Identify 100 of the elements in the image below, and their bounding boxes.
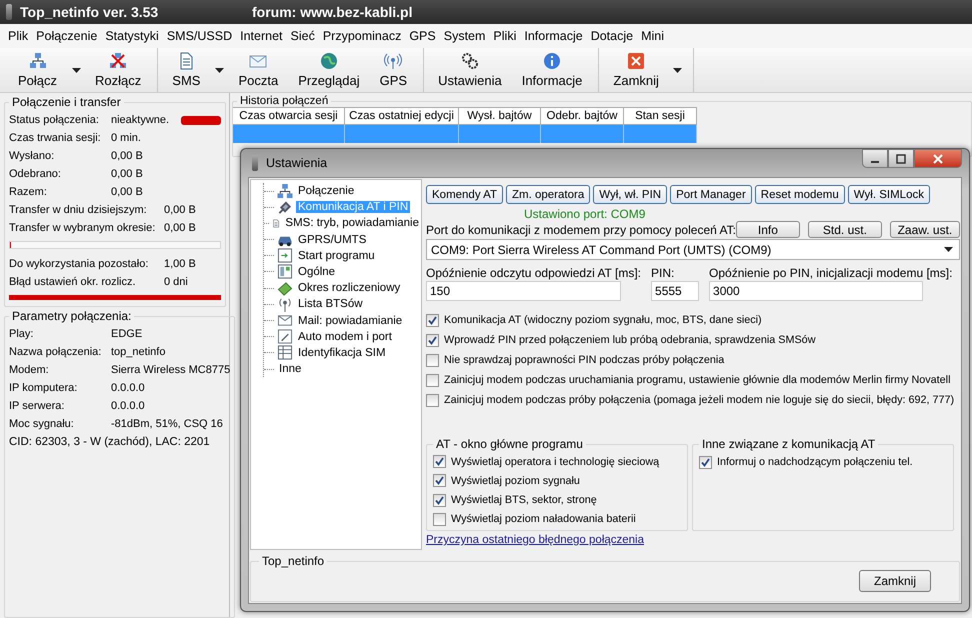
tool-button[interactable]: Wył, wł. PIN [593, 185, 668, 204]
group-title: Połączenie i transfer [11, 95, 122, 109]
menu-item[interactable]: Statystyki [101, 29, 163, 43]
port-button[interactable]: Std. ust. [808, 221, 882, 238]
tree-item[interactable]: Ogólne [296, 266, 338, 278]
checkbox[interactable] [426, 354, 439, 366]
field-label: IP serwera: [9, 400, 66, 412]
field-value: Sierra Wireless MC8775 [111, 364, 230, 376]
field-value: 0,00 B [164, 222, 196, 234]
column-header[interactable]: Czas otwarcia sesji [233, 107, 345, 125]
tool-button[interactable]: Zm. operatora [506, 185, 590, 204]
toolbar-button[interactable]: Przeglądaj [288, 48, 370, 92]
dropdown-arrow-icon [944, 247, 953, 252]
toolbar-button[interactable]: Rozłącz [85, 48, 152, 92]
checkbox[interactable] [433, 512, 446, 526]
menu-item[interactable]: SMS/USSD [162, 29, 236, 43]
table-cell[interactable] [624, 125, 697, 143]
minimize-button[interactable] [862, 149, 888, 168]
field-label: Nazwa połączenia: [9, 346, 102, 358]
close-icon [933, 154, 943, 164]
window-subtitle: forum: www.bez-kabli.pl [252, 4, 412, 20]
table-cell[interactable] [233, 125, 345, 143]
field-label: Razem: [9, 186, 48, 198]
port-button[interactable]: Info [736, 221, 800, 238]
field-label: Wysłano: [9, 150, 56, 162]
tool-button[interactable]: Port Manager [670, 185, 752, 204]
tool-button[interactable]: Reset modemu [754, 185, 845, 204]
input-field[interactable]: 150 [426, 281, 621, 301]
tool-button[interactable]: Wył. SIMLock [848, 185, 930, 204]
field-label: Transfer w dniu dzisiejszym: [9, 204, 148, 216]
antenna-icon [277, 296, 293, 312]
toolbar-button[interactable]: Ustawienia [428, 48, 512, 92]
table-cell[interactable] [459, 125, 541, 143]
checkbox[interactable] [426, 374, 439, 386]
pencil-icon [277, 329, 293, 344]
tree-item[interactable]: Połączenie [296, 185, 356, 197]
menu-item[interactable]: Plik [4, 29, 32, 43]
close-button[interactable] [914, 149, 962, 168]
toolbar-button[interactable]: SMS [162, 48, 210, 92]
close-dialog-button[interactable]: Zamknij [859, 570, 931, 592]
menu-item[interactable]: Połączenie [32, 29, 102, 43]
menu-item[interactable]: GPS [405, 29, 440, 43]
column-header[interactable]: Czas ostatniej edycji [345, 107, 459, 125]
toolbar-button[interactable]: Połącz [8, 48, 68, 92]
menu-item[interactable]: Informacje [520, 29, 587, 43]
checkbox[interactable] [426, 334, 439, 346]
menu-item[interactable]: Dotacje [586, 29, 638, 43]
input-field[interactable]: 5555 [651, 281, 700, 301]
toolbar-button[interactable]: Zamknij [603, 48, 669, 92]
menu-item[interactable]: Przypominacz [318, 29, 406, 43]
tree-item[interactable]: Mail: powiadamianie [296, 314, 404, 326]
plug-icon [277, 200, 293, 215]
tree-item[interactable]: Auto modem i port [296, 330, 394, 343]
menu-item[interactable]: Sieć [286, 29, 319, 43]
error-reason-link[interactable]: Przyczyna ostatniego błędnego połączenia [426, 534, 644, 546]
menu-item[interactable]: System [440, 29, 490, 43]
checkbox-label: Zainicjuj modem podczas próby połączenia (pomaga jeżeli modem nie loguje się do siecii, błędy: 692, 777) [444, 394, 954, 406]
checkbox[interactable] [433, 474, 446, 488]
table-cell[interactable] [541, 125, 624, 143]
tree-item[interactable]: GPRS/UMTS [296, 234, 368, 246]
input-field[interactable]: 3000 [709, 281, 924, 301]
column-header[interactable]: Stan sesji [624, 107, 697, 125]
field-value: 0.0.0.0 [111, 382, 145, 394]
tree-item[interactable]: Okres rozliczeniowy [296, 282, 402, 294]
column-header[interactable]: Wysł. bajtów [459, 107, 541, 125]
menu-item[interactable]: Pliki [489, 29, 520, 43]
toolbar-button[interactable]: Poczta [228, 48, 288, 92]
table-icon [277, 345, 293, 360]
field-label: Moc sygnału: [9, 418, 75, 430]
disconnect-icon [109, 52, 128, 70]
group-title: AT - okno główne programu [435, 437, 584, 451]
field-value: nieaktywne. [111, 114, 170, 126]
maximize-button[interactable] [888, 149, 914, 168]
checkbox[interactable] [433, 494, 446, 507]
checkbox[interactable] [426, 314, 439, 326]
table-cell[interactable] [345, 125, 459, 143]
menu-item[interactable]: Internet [236, 29, 286, 43]
checkbox[interactable] [699, 456, 712, 468]
tree-item[interactable]: Start programu [296, 250, 377, 262]
column-header[interactable]: Odebr. bajtów [541, 107, 624, 125]
toolbar-button[interactable]: GPS [370, 48, 418, 92]
antenna-icon [384, 52, 402, 70]
tree-item[interactable]: SMS: tryb, powiadamianie [283, 217, 421, 230]
tree-item[interactable]: Identyfikacja SIM [296, 346, 388, 359]
group-title: Inne związane z komunikacją AT [701, 437, 876, 451]
tool-button[interactable]: Komendy AT [426, 185, 503, 204]
checkbox-label: Zainicjuj modem podczas uruchamiania programu, ustawienie głównie dla modemów Merlin firmy Novatell [444, 374, 950, 386]
tree-item[interactable]: Lista BTSów [296, 298, 365, 310]
port-button[interactable]: Zaaw. ust. [890, 221, 960, 238]
toolbar-button[interactable]: Informacje [512, 48, 592, 92]
field-value: 0.0.0.0 [111, 400, 145, 412]
tree-item[interactable]: Inne [277, 363, 304, 376]
checkbox-label: Nie sprawdzaj poprawności PIN podczas próby połączenia [444, 354, 724, 366]
phone-icon [6, 4, 12, 20]
checkbox[interactable] [433, 455, 446, 468]
port-dropdown[interactable]: COM9: Port Sierra Wireless AT Command Port (UMTS) (COM9) [426, 239, 960, 260]
network-icon [277, 184, 293, 198]
checkbox-label: Wyświetlaj poziom sygnału [451, 474, 580, 487]
menu-item[interactable]: Mini [637, 29, 668, 43]
checkbox[interactable] [426, 394, 439, 406]
